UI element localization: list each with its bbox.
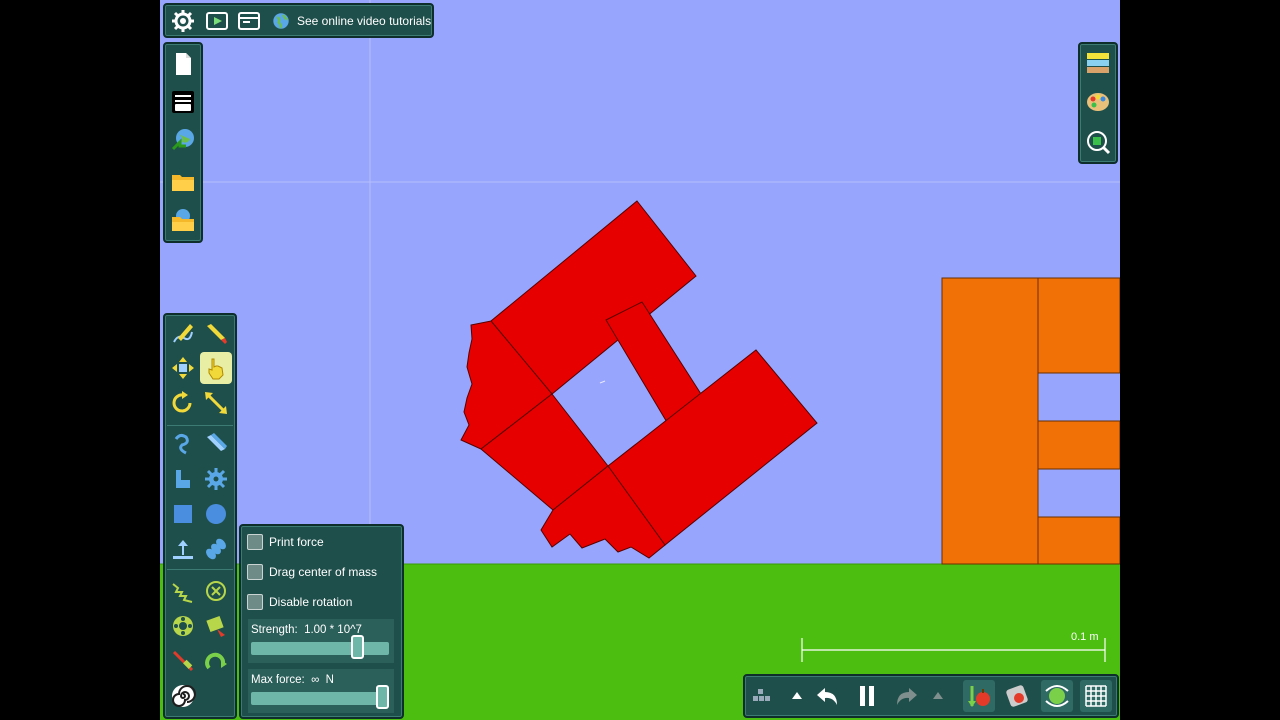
strength-slider-box: Strength: 1.00 * 10^7 (248, 619, 394, 663)
max-force-unit: N (325, 674, 334, 686)
circle-icon[interactable] (200, 498, 232, 530)
zigzag-spring-icon[interactable] (167, 575, 199, 607)
file-menu-panel (163, 42, 203, 243)
move-icon[interactable] (167, 352, 199, 384)
redo-icon[interactable] (890, 680, 922, 712)
play-video-icon[interactable] (201, 5, 233, 37)
rotate-icon[interactable] (167, 387, 199, 419)
up-arrow-icon[interactable] (781, 680, 813, 712)
drag-hand-icon[interactable] (200, 352, 232, 384)
right-toolbar (1078, 42, 1118, 164)
max-force-slider-track[interactable] (251, 692, 389, 705)
gravity-icon[interactable] (963, 680, 995, 712)
print-force-option[interactable]: Print force (247, 531, 324, 553)
strength-slider-track[interactable] (251, 642, 389, 655)
drag-center-of-mass-option[interactable]: Drag center of mass (247, 561, 377, 583)
fixate-icon[interactable] (167, 533, 199, 565)
publish-icon[interactable] (167, 124, 199, 156)
drag-center-of-mass-checkbox[interactable] (247, 564, 263, 580)
plane-icon[interactable] (167, 463, 199, 495)
undo-icon[interactable] (812, 680, 844, 712)
disable-rotation-checkbox[interactable] (247, 594, 263, 610)
brush-icon[interactable] (200, 317, 232, 349)
up-arrow-icon[interactable] (922, 680, 954, 712)
disable-rotation-label: Disable rotation (269, 595, 353, 609)
tracer-icon[interactable] (200, 610, 232, 642)
thruster-icon[interactable] (167, 610, 199, 642)
new-scene-icon[interactable] (167, 48, 199, 80)
open-online-icon[interactable] (167, 204, 199, 236)
disable-rotation-option[interactable]: Disable rotation (247, 591, 352, 613)
max-force-slider-box: Max force: ∞ N (248, 669, 394, 713)
max-force-slider-handle[interactable] (376, 685, 389, 709)
scale-icon[interactable] (200, 387, 232, 419)
gear-shape-icon[interactable] (200, 463, 232, 495)
blocks-icon[interactable] (745, 680, 777, 712)
orange-block-column (941, 277, 1039, 565)
orange-block-middle (1037, 420, 1120, 470)
follow-icon[interactable] (1041, 680, 1073, 712)
drag-center-of-mass-label: Drag center of mass (269, 565, 378, 579)
top-bar: See online video tutorials (163, 3, 434, 38)
palette-icon[interactable] (1082, 86, 1114, 118)
orange-block-bottom (1037, 516, 1120, 565)
box-icon[interactable] (167, 498, 199, 530)
spiral-icon[interactable] (167, 680, 199, 712)
max-force-value: ∞ (311, 674, 320, 686)
orange-block-top (1037, 277, 1120, 374)
gear-icon[interactable] (167, 5, 199, 37)
grid-icon[interactable] (1080, 680, 1112, 712)
print-force-checkbox[interactable] (247, 534, 263, 550)
print-force-label: Print force (269, 535, 324, 549)
open-folder-icon[interactable] (167, 166, 199, 198)
tutorials-link[interactable]: See online video tutorials (297, 14, 431, 28)
pause-icon[interactable] (851, 680, 883, 712)
max-force-label: Max force: (251, 674, 305, 686)
globe-icon[interactable] (269, 5, 293, 37)
air-friction-icon[interactable] (1001, 680, 1033, 712)
cut-icon[interactable] (200, 428, 232, 460)
laser-icon[interactable] (167, 645, 199, 677)
algodoo-canvas[interactable]: 0.1 m See online video tutorials Print f… (160, 0, 1120, 720)
sketch-icon[interactable] (167, 317, 199, 349)
spring-icon[interactable] (200, 533, 232, 565)
window-icon[interactable] (233, 5, 265, 37)
axle-icon[interactable] (200, 575, 232, 607)
orange-body (941, 277, 1120, 565)
hinge-icon[interactable] (200, 645, 232, 677)
scale-bar-label: 0.1 m (1071, 631, 1099, 643)
bottom-bar (743, 674, 1119, 718)
background-layers-icon[interactable] (1082, 47, 1114, 79)
drag-options-panel: Print force Drag center of mass Disable … (239, 524, 404, 719)
rope-icon[interactable] (167, 428, 199, 460)
tools-panel (163, 313, 237, 719)
gallery-icon[interactable] (167, 86, 199, 118)
strength-slider-handle[interactable] (351, 635, 364, 659)
strength-label: Strength: (251, 624, 298, 636)
zoom-to-fit-icon[interactable] (1082, 126, 1114, 158)
